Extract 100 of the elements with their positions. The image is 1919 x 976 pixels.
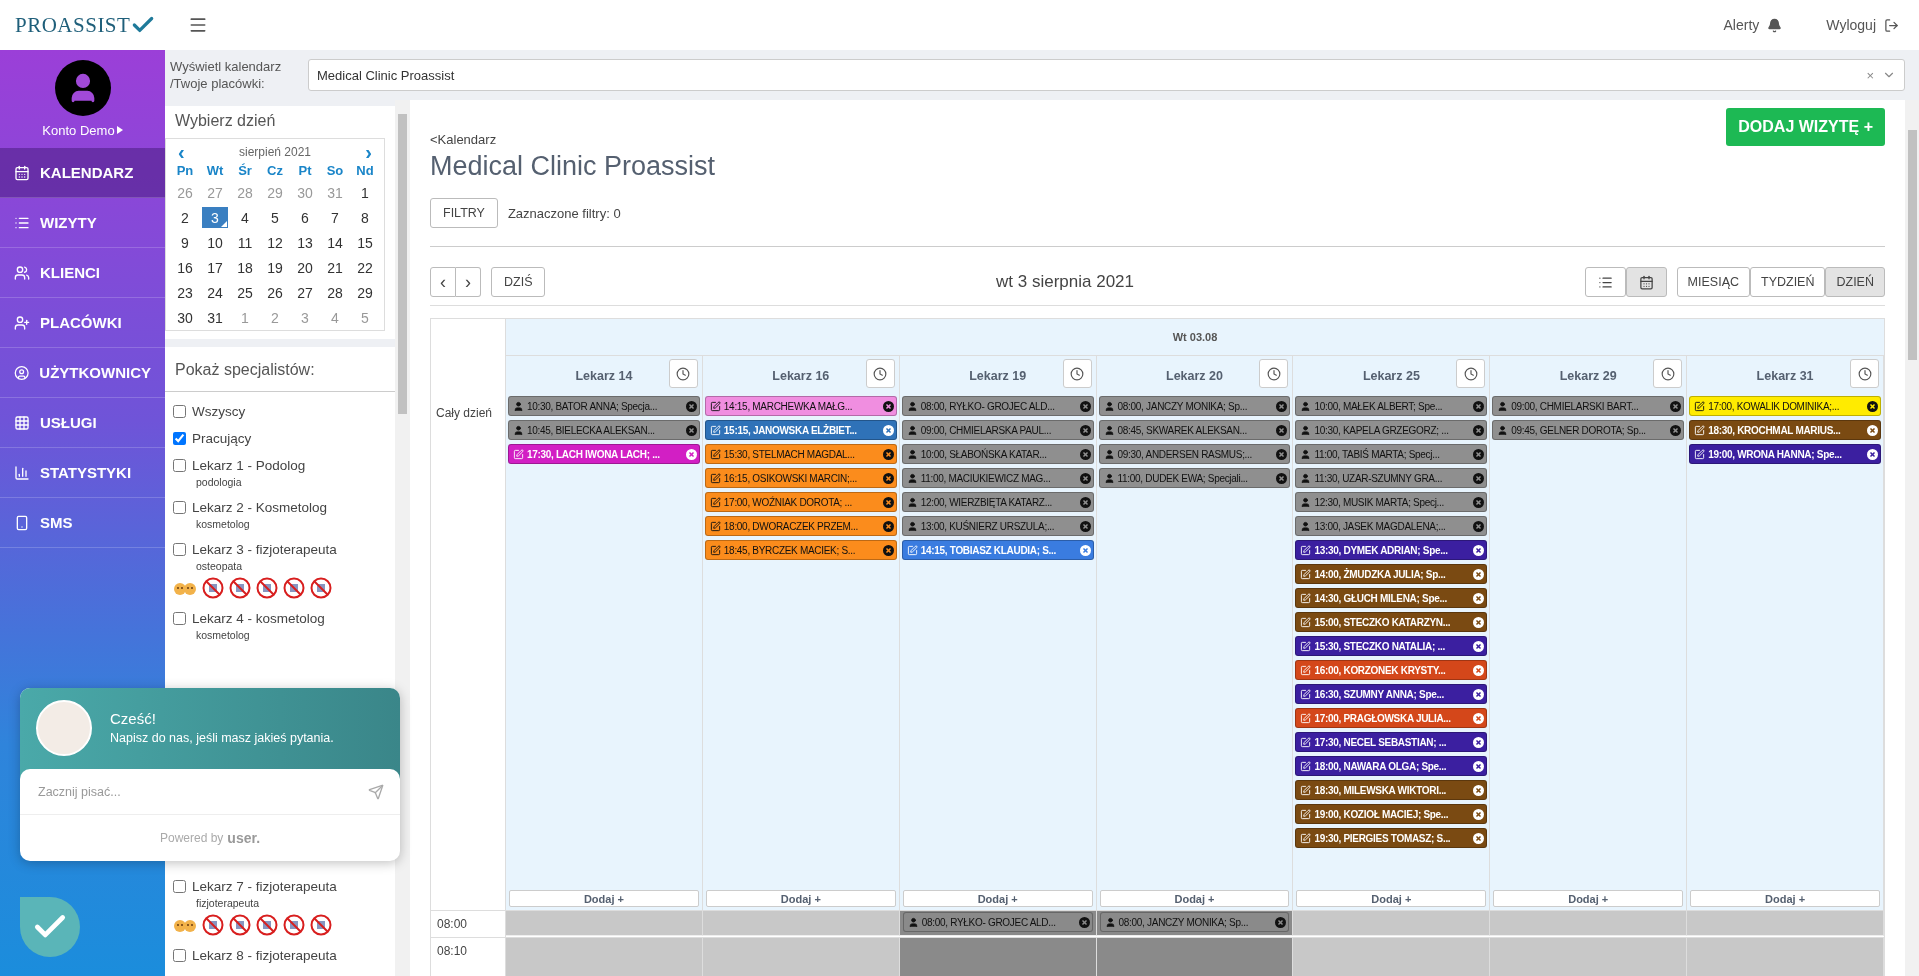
calendar-day[interactable]: 19 [262, 257, 288, 278]
close-icon[interactable] [1079, 496, 1091, 508]
calendar-day[interactable]: 20 [292, 257, 318, 278]
calendar-day[interactable]: 28 [322, 282, 348, 303]
calendar-day[interactable]: 10 [202, 232, 228, 253]
calendar-day[interactable]: 26 [262, 282, 288, 303]
add-button[interactable]: Dodaj + [1493, 890, 1684, 907]
appointment[interactable]: 17:30, NECEL SEBASTIAN; ... [1295, 732, 1488, 752]
appointment[interactable]: 16:00, KORZONEK KRYSTY... [1295, 660, 1488, 680]
clock-button[interactable] [1456, 359, 1486, 388]
checkbox[interactable] [173, 612, 186, 625]
view-tab[interactable]: DZIEŃ [1825, 267, 1885, 297]
appointment[interactable]: 19:00, KOZIOŁ MACIEJ; Spe... [1295, 804, 1488, 824]
close-icon[interactable] [1276, 424, 1288, 436]
close-icon[interactable] [1473, 496, 1485, 508]
close-icon[interactable] [1670, 424, 1682, 436]
close-icon[interactable] [1473, 592, 1485, 604]
close-icon[interactable] [1473, 688, 1485, 700]
view-tab[interactable]: TYDZIEŃ [1750, 267, 1826, 297]
close-icon[interactable] [1276, 472, 1288, 484]
close-icon[interactable] [1473, 640, 1485, 652]
calendar-day[interactable]: 30 [172, 307, 198, 328]
close-icon[interactable] [1473, 544, 1485, 556]
close-icon[interactable] [1473, 400, 1485, 412]
appointment[interactable]: 09:00, CHMIELARSKA PAUL... [901, 420, 1094, 440]
list-view-button[interactable] [1584, 267, 1626, 297]
view-tab[interactable]: MIESIĄC [1676, 267, 1750, 297]
close-icon[interactable] [1276, 400, 1288, 412]
close-icon[interactable] [1079, 424, 1091, 436]
appointment[interactable]: 10:30, BATOR ANNA; Specja... [508, 396, 700, 416]
checkbox[interactable] [173, 432, 186, 445]
appointment[interactable]: 13:00, KUŚNIERZ URSZULA;... [901, 516, 1094, 536]
close-icon[interactable] [882, 472, 894, 484]
close-icon[interactable] [1473, 520, 1485, 532]
calendar-day[interactable]: 9 [172, 232, 198, 253]
appointment[interactable]: 18:30, MILEWSKA WIKTORI... [1295, 780, 1488, 800]
close-icon[interactable] [882, 544, 894, 556]
close-icon[interactable] [882, 520, 894, 532]
clock-button[interactable] [1259, 359, 1289, 388]
calendar-view-button[interactable] [1625, 267, 1667, 297]
back-link[interactable]: <Kalendarz [430, 132, 497, 147]
appointment[interactable]: 08:45, SKWAREK ALEKSAN... [1098, 420, 1291, 440]
appointment[interactable]: 14:15, TOBIASZ KLAUDIA; S... [901, 540, 1094, 560]
prev-button[interactable]: ‹ [430, 267, 456, 297]
close-icon[interactable] [1276, 448, 1288, 460]
nav-item[interactable]: WIZYTY [0, 198, 165, 248]
calendar-day[interactable]: 11 [232, 232, 258, 253]
close-icon[interactable] [882, 448, 894, 460]
appointment[interactable]: 11:00, MACIUKIEWICZ MAG... [901, 468, 1094, 488]
nav-item[interactable]: KLIENCI [0, 248, 165, 298]
close-icon[interactable] [1079, 448, 1091, 460]
calendar-day[interactable]: 4 [232, 207, 258, 228]
next-month[interactable]: › [365, 145, 372, 159]
appointment[interactable]: 11:00, DUDEK EWA; Specjali... [1098, 468, 1291, 488]
appointment[interactable]: 17:00, KOWALIK DOMINIKA;... [1689, 396, 1881, 416]
add-button[interactable]: Dodaj + [509, 890, 699, 907]
clock-button[interactable] [1850, 359, 1879, 388]
appointment[interactable]: 12:30, MUSIK MARTA; Specj... [1295, 492, 1488, 512]
today-button[interactable]: DZIŚ [491, 267, 546, 297]
appointment[interactable]: 09:45, GELNER DOROTA; Sp... [1492, 420, 1685, 440]
filters-button[interactable]: FILTRY [430, 198, 498, 228]
close-icon[interactable] [1473, 760, 1485, 772]
close-icon[interactable] [685, 424, 697, 436]
prev-month[interactable]: ‹ [178, 145, 185, 159]
appointment[interactable]: 19:00, WRONA HANNA; Spe... [1689, 444, 1881, 464]
close-icon[interactable] [1473, 616, 1485, 628]
calendar-day[interactable]: 12 [262, 232, 288, 253]
checkbox[interactable] [173, 543, 186, 556]
add-button[interactable]: Dodaj + [1099, 890, 1290, 907]
calendar-day[interactable]: 18 [232, 257, 258, 278]
close-icon[interactable] [685, 400, 697, 412]
appointment[interactable]: 09:00, CHMIELARSKI BART... [1492, 396, 1685, 416]
appointment[interactable]: 12:00, WIERZBIĘTA KATARZ... [901, 492, 1094, 512]
close-icon[interactable] [1473, 568, 1485, 580]
checkbox[interactable] [173, 949, 186, 962]
appointment[interactable]: 10:00, MAŁEK ALBERT; Spe... [1295, 396, 1488, 416]
close-icon[interactable] [1473, 736, 1485, 748]
appointment[interactable]: 09:30, ANDERSEN RASMUS;... [1098, 444, 1291, 464]
checkbox[interactable] [173, 501, 186, 514]
appointment[interactable]: 13:30, DYMEK ADRIAN; Spe... [1295, 540, 1488, 560]
nav-item[interactable]: PLACÓWKI [0, 298, 165, 348]
close-icon[interactable] [1473, 472, 1485, 484]
close-icon[interactable] [1079, 472, 1091, 484]
calendar-day[interactable]: 27 [292, 282, 318, 303]
close-icon[interactable] [882, 496, 894, 508]
checkbox[interactable] [173, 880, 186, 893]
close-icon[interactable] [1867, 400, 1878, 412]
alerts-button[interactable]: Alerty [1721, 15, 1785, 35]
appointment[interactable]: 10:30, KAPELA GRZEGORZ; ... [1295, 420, 1488, 440]
calendar-day[interactable]: 3 [202, 207, 228, 228]
close-icon[interactable] [1473, 424, 1485, 436]
appointment[interactable]: 14:15, MARCHEWKA MAŁG... [704, 396, 897, 416]
add-button[interactable]: Dodaj + [902, 890, 1093, 907]
checkbox[interactable] [173, 459, 186, 472]
close-icon[interactable] [1473, 832, 1485, 844]
close-icon[interactable] [1867, 424, 1878, 436]
appointment[interactable]: 14:30, GŁUCH MILENA; Spe... [1295, 588, 1488, 608]
calendar-day[interactable]: 16 [172, 257, 198, 278]
checkbox[interactable] [173, 405, 186, 418]
next-button[interactable]: › [456, 267, 481, 297]
